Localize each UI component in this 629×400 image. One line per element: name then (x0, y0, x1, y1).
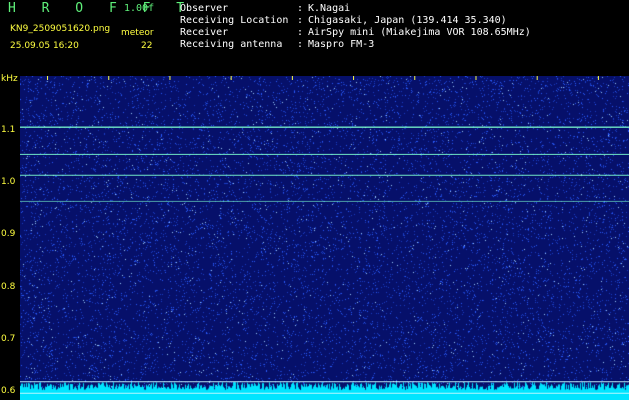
antenna-value: Maspro FM-3 (308, 39, 375, 50)
receiver-key: Receiver (180, 27, 229, 38)
observer-key: Observer (180, 3, 229, 14)
capture-datetime: 25.09.05 16:20 (10, 41, 79, 51)
image-filename: KN9_2509051620.png (10, 24, 111, 34)
receiver-sep: : (297, 27, 304, 38)
observer-value: K.Nagai (308, 3, 351, 14)
location-key: Receiving Location (180, 15, 289, 26)
y-tick-label: 1.0 (1, 177, 16, 188)
receiver-value: AirSpy mini (Miakejima VOR 108.65MHz) (308, 27, 531, 38)
y-tick-label: 0.8 (1, 281, 16, 292)
y-tick-label: 0.9 (1, 229, 16, 240)
meteor-count: 22 (141, 41, 153, 51)
y-tick-label: 1.1 (1, 124, 16, 135)
observer-sep: : (297, 3, 304, 14)
app-logo: H R O F F T (8, 1, 194, 16)
y-tick-label: 0.7 (1, 333, 16, 344)
y-tick-label: 0.6 (1, 386, 16, 397)
hrofft-window: H R O F F T 1.00f KN9_2509051620.png 25.… (0, 0, 629, 400)
location-value: Chigasaki, Japan (139.414 35.340) (308, 15, 507, 26)
antenna-sep: : (297, 39, 304, 50)
antenna-key: Receiving antenna (180, 39, 283, 50)
spectrogram-overlay (20, 76, 629, 394)
meteor-label: meteor (121, 28, 154, 38)
spectrogram-plot (20, 76, 629, 400)
location-sep: : (297, 15, 304, 26)
app-version: 1.00f (124, 3, 155, 14)
y-axis-unit: kHz (1, 74, 18, 84)
